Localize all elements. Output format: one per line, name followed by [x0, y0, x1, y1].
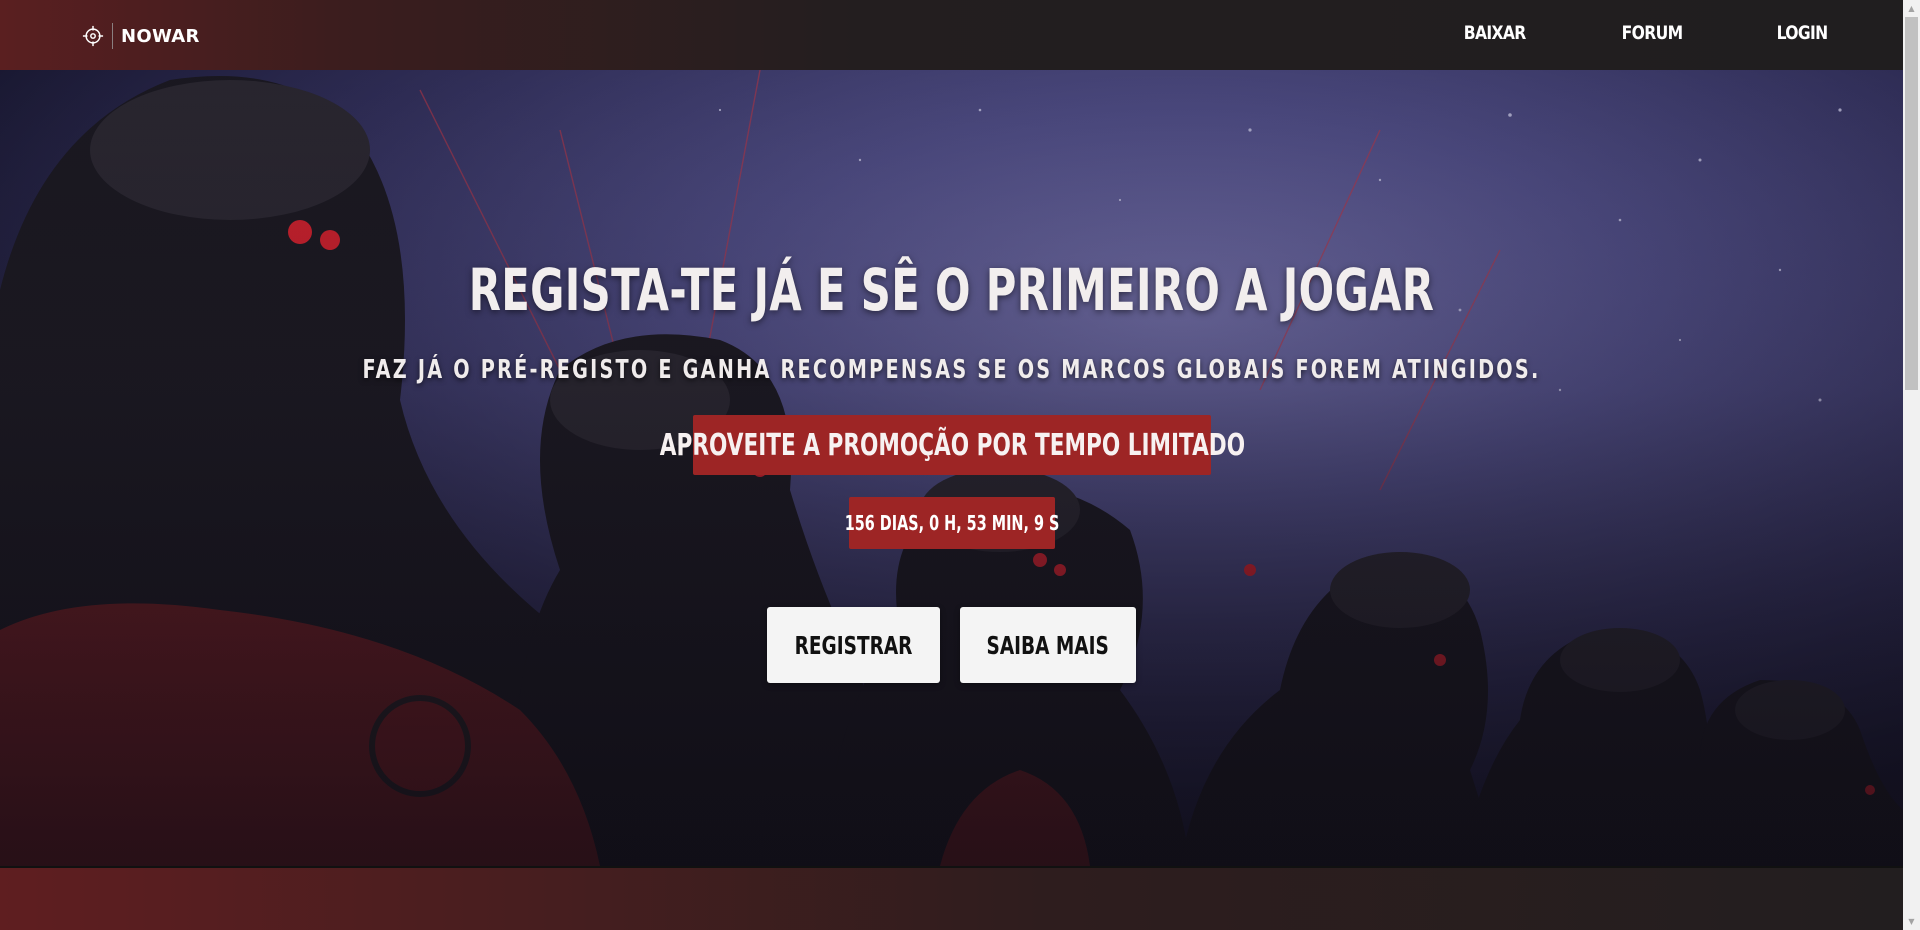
nav-item-baixar[interactable]: BAIXAR [1464, 22, 1527, 44]
page-scrollbar[interactable]: ▲ ▼ [1903, 0, 1920, 930]
brand-logo[interactable]: NOWAR [82, 22, 200, 50]
navbar: NOWAR BAIXAR FORUM LOGIN [0, 0, 1903, 70]
nav-menu: BAIXAR FORUM LOGIN [1375, 22, 1833, 44]
scrollbar-thumb[interactable] [1905, 17, 1918, 390]
register-button[interactable]: REGISTRAR [767, 607, 940, 683]
crosshair-icon [82, 25, 104, 47]
nav-item-login[interactable]: LOGIN [1776, 22, 1828, 44]
countdown-timer: 156 DIAS, 0 H, 53 MIN, 9 S [845, 497, 1059, 549]
learn-more-button[interactable]: SAIBA MAIS [960, 607, 1136, 683]
brand-name: NOWAR [121, 25, 200, 47]
scroll-down-icon[interactable]: ▼ [1903, 913, 1920, 930]
countdown-text: 156 DIAS, 0 H, 53 MIN, 9 S [844, 511, 1060, 535]
hero-content: REGISTA-TE JÁ E SÊ O PRIMEIRO A JOGAR FA… [0, 70, 1903, 866]
hero-subtitle: FAZ JÁ O PRÉ-REGISTO E GANHA RECOMPENSAS… [362, 355, 1541, 385]
brand-divider [112, 23, 113, 49]
next-section-band [0, 866, 1903, 930]
hero-title: REGISTA-TE JÁ E SÊ O PRIMEIRO A JOGAR [468, 256, 1435, 324]
scroll-up-icon[interactable]: ▲ [1903, 0, 1920, 17]
register-button-label: REGISTRAR [794, 630, 913, 660]
page: NOWAR BAIXAR FORUM LOGIN REGISTA-TE JÁ E… [0, 0, 1920, 930]
learn-more-button-label: SAIBA MAIS [986, 630, 1110, 660]
nav-item-forum[interactable]: FORUM [1621, 22, 1682, 44]
promo-banner: APROVEITE A PROMOÇÃO POR TEMPO LIMITADO [659, 415, 1245, 475]
hero-section: REGISTA-TE JÁ E SÊ O PRIMEIRO A JOGAR FA… [0, 70, 1903, 866]
promo-text: APROVEITE A PROMOÇÃO POR TEMPO LIMITADO [659, 427, 1245, 463]
